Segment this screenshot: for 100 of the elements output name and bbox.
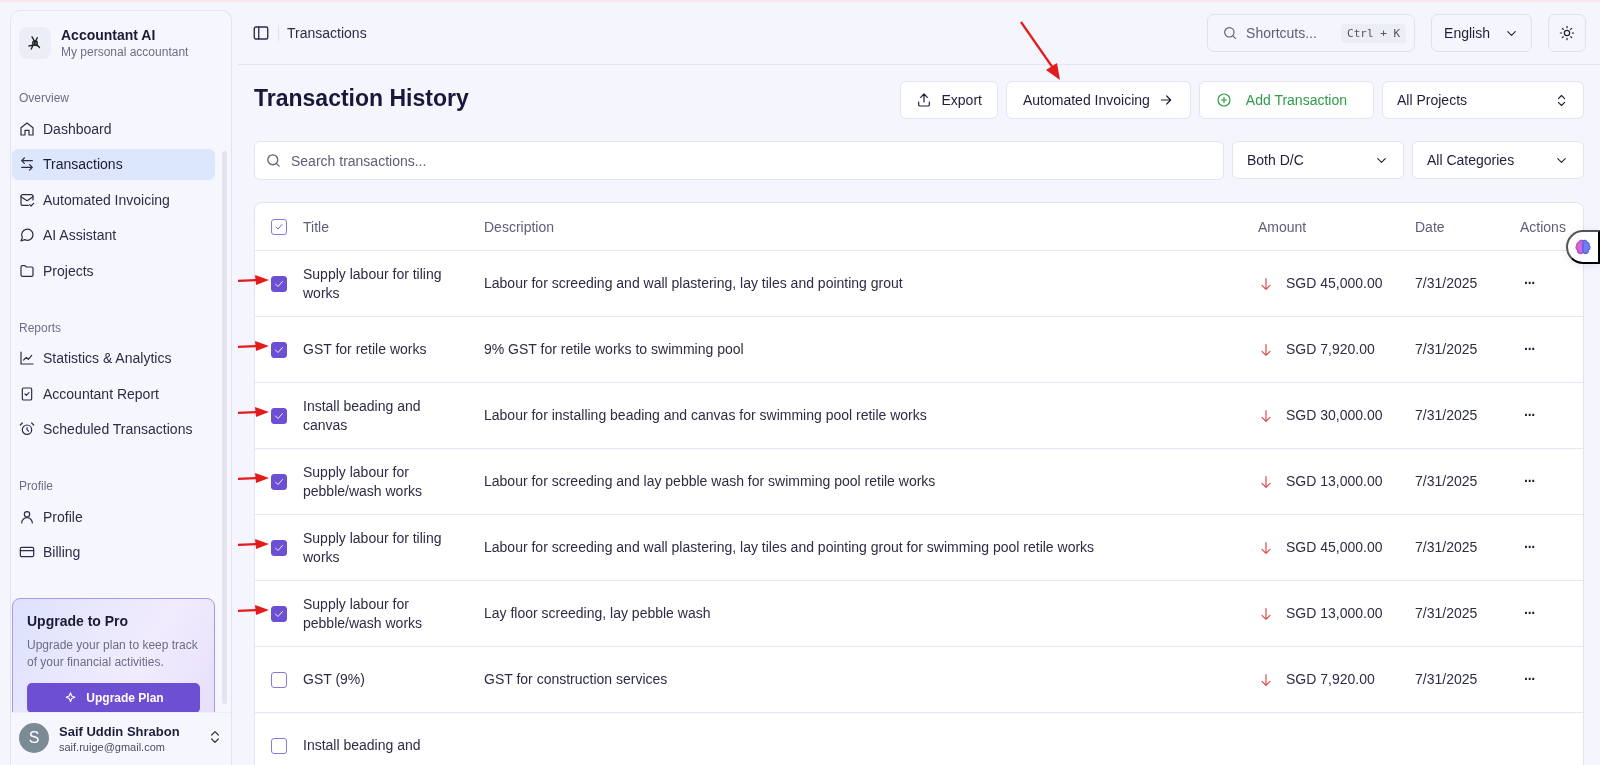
section-heading: Reports [18, 319, 63, 337]
description-cell: Labour for screeding and wall plastering, lay tiles and pointing grout [484, 275, 903, 291]
select-all-checkbox[interactable] [271, 218, 287, 235]
row-checkbox[interactable] [271, 737, 287, 754]
date-cell: 7/31/2025 [1415, 605, 1478, 621]
debit-credit-select[interactable]: Both D/C [1232, 141, 1404, 179]
arrow-down-icon [1258, 341, 1274, 358]
category-select[interactable]: All Categories [1412, 141, 1584, 179]
upgrade-text: Upgrade your plan to keep track of your financial activities. [27, 637, 199, 671]
row-checkbox[interactable] [271, 605, 287, 622]
description-cell: Lay floor screeding, lay pebble wash [484, 605, 711, 621]
amount-cell: SGD 30,000.00 [1286, 406, 1383, 425]
clipboard-check-icon [19, 385, 35, 402]
title-cell: Supply labour for pebble/wash works [303, 595, 423, 631]
keyboard-shortcut: Ctrl + K [1341, 23, 1407, 43]
more-actions-button[interactable]: ··· [1520, 668, 1539, 691]
row-checkbox[interactable] [271, 539, 287, 556]
column-header: Amount [1258, 218, 1307, 235]
description-cell: Labour for installing beading and canvas for swimming pool retile works [484, 407, 927, 423]
column-header: Title [303, 218, 329, 235]
sidebar-toggle-icon [252, 24, 270, 42]
search-field[interactable]: Search transactions... [254, 141, 1224, 180]
sidebar-item[interactable]: Transactions [12, 148, 215, 180]
row-checkbox[interactable] [271, 473, 287, 490]
search-icon [1222, 25, 1239, 41]
sidebar-item[interactable]: Profile [12, 501, 215, 533]
arrow-down-icon [1258, 539, 1274, 556]
brain-icon [1574, 237, 1592, 257]
sidebar-item[interactable]: AI Assistant [12, 219, 215, 251]
title-cell: GST (9%) [303, 671, 365, 687]
language-select[interactable]: English [1431, 14, 1532, 52]
project-select[interactable]: All Projects [1382, 81, 1584, 119]
title-cell: Supply labour for tiling works [303, 265, 442, 301]
upgrade-title: Upgrade to Pro [27, 613, 130, 629]
app-name: Accountant AI [61, 27, 157, 43]
description-cell: 9% GST for retile works to swimming pool [484, 341, 744, 357]
amount-cell: SGD 13,000.00 [1286, 472, 1383, 491]
breadcrumb[interactable]: Transactions [278, 25, 367, 41]
user-avatar[interactable]: S [19, 723, 49, 753]
arrow-down-icon [1258, 407, 1274, 424]
sun-icon [1559, 25, 1575, 41]
more-actions-button[interactable]: ··· [1520, 470, 1539, 493]
sidebar-item[interactable]: Statistics & Analytics [12, 342, 215, 374]
sidebar-item[interactable]: Billing [12, 536, 215, 568]
add-transaction-button[interactable]: Add Transaction [1198, 81, 1374, 119]
description-cell: Labour for screeding and lay pebble wash for swimming pool retile works [484, 473, 936, 489]
user-icon [19, 508, 35, 525]
date-cell: 7/31/2025 [1415, 671, 1478, 687]
more-actions-button[interactable]: ··· [1520, 404, 1539, 427]
sidebar-item[interactable]: Automated Invoicing [12, 184, 215, 216]
amount-cell: SGD 7,920.00 [1286, 670, 1375, 689]
assistant-button[interactable] [1566, 230, 1600, 264]
more-actions-button[interactable]: ··· [1520, 338, 1539, 361]
amount-cell: SGD 13,000.00 [1286, 604, 1383, 623]
more-actions-button[interactable]: ··· [1520, 602, 1539, 625]
theme-toggle-button[interactable] [1548, 14, 1586, 52]
sidebar-item[interactable]: Accountant Report [12, 378, 215, 410]
sidebar-item[interactable]: Dashboard [12, 113, 215, 145]
amount-cell: SGD 45,000.00 [1286, 538, 1383, 557]
sidebar-item[interactable]: Scheduled Transactions [12, 413, 215, 445]
upload-icon [915, 92, 932, 108]
date-cell: 7/31/2025 [1415, 539, 1478, 555]
column-header: Date [1415, 218, 1445, 235]
user-email: saif.ruige@gmail.com [59, 740, 166, 753]
sidebar-item[interactable]: Projects [12, 255, 215, 287]
arrow-down-icon [1258, 671, 1274, 688]
plus-circle-icon [1215, 92, 1232, 108]
page-title: Transaction History [254, 84, 470, 112]
amount-cell: SGD 7,920.00 [1286, 340, 1375, 359]
title-cell: GST for retile works [303, 341, 427, 357]
line-chart-icon [19, 350, 35, 367]
date-cell: 7/31/2025 [1415, 407, 1478, 423]
more-actions-button[interactable]: ··· [1520, 536, 1539, 559]
section-heading: Profile [18, 478, 54, 495]
folder-icon [19, 262, 35, 279]
arrow-down-icon [1258, 605, 1274, 622]
title-cell: Supply labour for pebble/wash works [303, 463, 423, 499]
row-checkbox[interactable] [271, 275, 287, 292]
row-checkbox[interactable] [271, 671, 287, 688]
date-cell: 7/31/2025 [1415, 275, 1478, 291]
user-name: Saif Uddin Shrabon [59, 723, 180, 739]
row-checkbox[interactable] [271, 407, 287, 424]
amount-cell: SGD 45,000.00 [1286, 274, 1383, 293]
shortcuts-search[interactable]: Shortcuts... Ctrl + K [1207, 14, 1416, 52]
app-tagline: My personal accountant [61, 45, 189, 59]
export-button[interactable]: Export [899, 81, 998, 119]
section-heading: Overview [18, 90, 70, 107]
arrows-left-right-icon [19, 156, 35, 173]
column-header: Actions [1520, 218, 1566, 235]
date-cell: 7/31/2025 [1415, 473, 1478, 489]
title-cell: Install beading and [303, 737, 421, 753]
upgrade-button[interactable]: Upgrade Plan [27, 683, 200, 712]
more-actions-button[interactable]: ··· [1520, 272, 1539, 295]
row-checkbox[interactable] [271, 341, 287, 358]
mail-check-icon [19, 191, 35, 208]
column-header: Description [484, 218, 555, 235]
description-cell: GST for construction services [484, 671, 668, 687]
shortcuts-label: Shortcuts... [1246, 25, 1317, 41]
alarm-clock-icon [19, 421, 35, 438]
description-cell: Labour for screeding and wall plastering, lay tiles and pointing grout for swimming pool retile works [484, 539, 1095, 555]
